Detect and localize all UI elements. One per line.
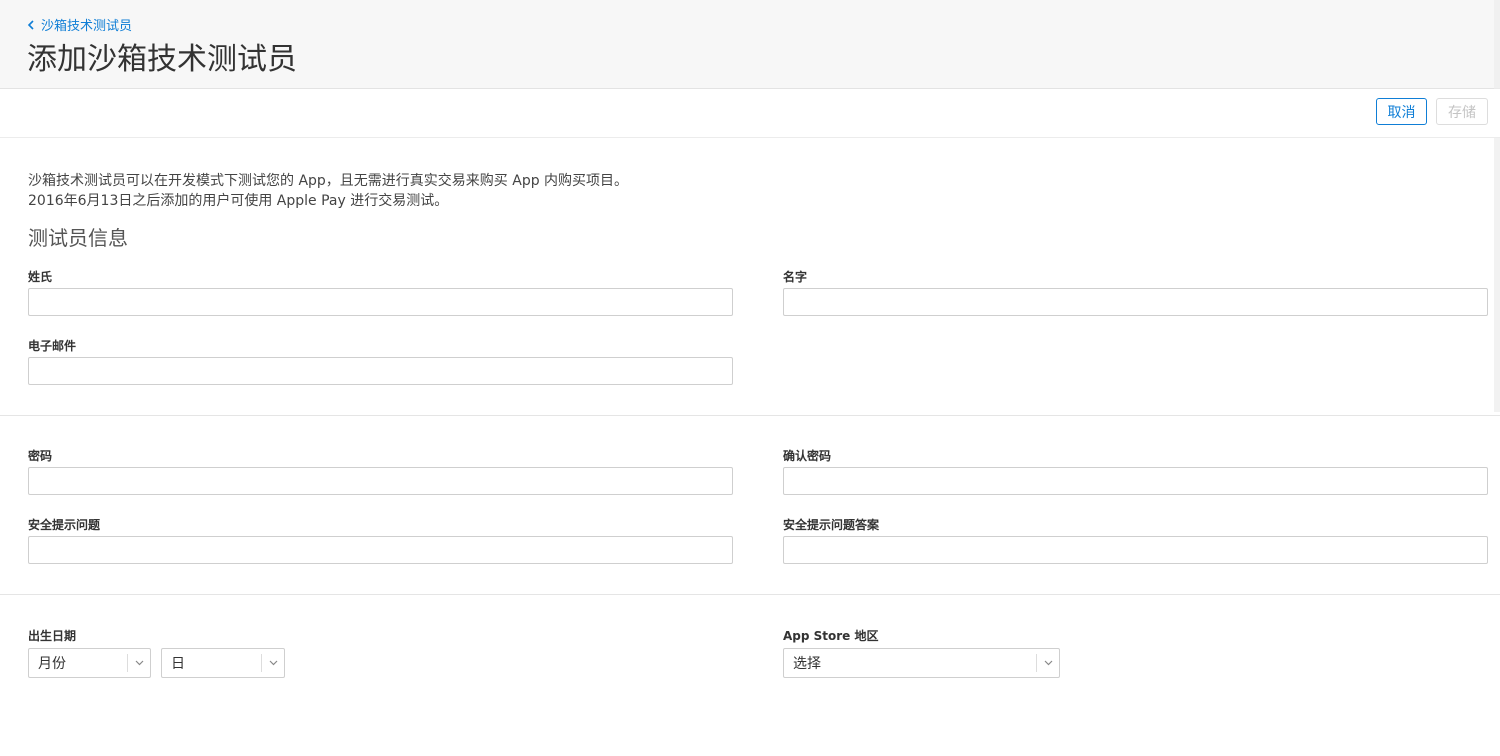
first-name-label: 名字 (783, 270, 808, 284)
scrollbar[interactable] (1494, 0, 1500, 412)
birth-day-select[interactable]: 日 (161, 648, 285, 678)
chevron-down-icon (128, 649, 150, 677)
page-title: 添加沙箱技术测试员 (27, 42, 297, 77)
intro-line-2: 2016年6月13日之后添加的用户可使用 Apple Pay 进行交易测试。 (28, 193, 449, 209)
birth-month-select[interactable]: 月份 (28, 648, 151, 678)
security-answer-field[interactable] (783, 536, 1488, 564)
security-question-field[interactable] (28, 536, 733, 564)
birth-day-value: 日 (171, 656, 185, 672)
confirm-password-field[interactable] (783, 467, 1488, 495)
page-header: 沙箱技术测试员 添加沙箱技术测试员 (0, 0, 1500, 89)
intro-line-1: 沙箱技术测试员可以在开发模式下测试您的 App，且无需进行真实交易来购买 App… (28, 173, 629, 189)
region-label: App Store 地区 (783, 629, 879, 643)
confirm-password-label: 确认密码 (783, 449, 832, 463)
region-value: 选择 (793, 656, 821, 672)
toolbar: 取消 存储 (0, 89, 1500, 138)
security-answer-label: 安全提示问题答案 (783, 518, 880, 532)
first-name-field[interactable] (783, 288, 1488, 316)
password-field[interactable] (28, 467, 733, 495)
breadcrumb-label[interactable]: 沙箱技术测试员 (41, 15, 132, 34)
save-button[interactable]: 存储 (1436, 98, 1488, 125)
security-question-label: 安全提示问题 (28, 518, 101, 532)
divider (0, 415, 1500, 416)
birthdate-label: 出生日期 (28, 629, 77, 643)
password-label: 密码 (28, 449, 53, 463)
cancel-button[interactable]: 取消 (1376, 98, 1427, 125)
last-name-label: 姓氏 (28, 270, 53, 284)
email-label: 电子邮件 (28, 339, 77, 353)
breadcrumb[interactable]: 沙箱技术测试员 (27, 15, 132, 34)
intro-text: 沙箱技术测试员可以在开发模式下测试您的 App，且无需进行真实交易来购买 App… (28, 171, 628, 211)
region-select[interactable]: 选择 (783, 648, 1060, 678)
chevron-down-icon (1037, 649, 1059, 677)
chevron-left-icon (27, 19, 35, 30)
section-title: 测试员信息 (28, 226, 128, 250)
email-field[interactable] (28, 357, 733, 385)
birth-month-value: 月份 (38, 656, 66, 672)
chevron-down-icon (262, 649, 284, 677)
divider (0, 594, 1500, 595)
last-name-field[interactable] (28, 288, 733, 316)
